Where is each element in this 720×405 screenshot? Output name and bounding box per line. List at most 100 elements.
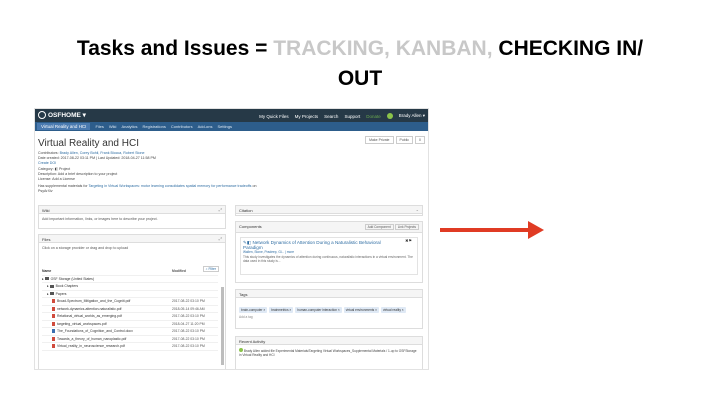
file-tree-row[interactable]: network-dynamics-attention-naturalistic.… — [42, 306, 218, 313]
component-card[interactable]: ✎◧ Network Dynamics of Attention During … — [240, 237, 418, 275]
subnav-wiki[interactable]: Wiki — [109, 124, 117, 129]
col-modified[interactable]: Modified — [172, 269, 218, 273]
file-tree-row[interactable]: Broad-Spectrum_Mitigation_and_the_Cognit… — [42, 298, 218, 306]
file-name: network-dynamics-attention-naturalistic.… — [42, 307, 172, 311]
component-options-icon[interactable]: ✖⚑ — [405, 238, 412, 243]
file-tree-row[interactable]: ▸ Book Chapters — [42, 283, 218, 291]
file-name-text: Virtual_reality_in_neuroscience_research… — [57, 344, 125, 349]
components-title: Components — [239, 224, 262, 229]
fork-count-button[interactable]: 0 — [415, 136, 425, 144]
tag-chip[interactable]: virtual environments × — [343, 307, 380, 313]
citation-header: Citation ⌄ — [236, 206, 422, 214]
file-modified: 2017-08-22 03:10 PM — [172, 329, 205, 334]
file-name-text: OSF Storage (United States) — [50, 276, 94, 281]
nav-search[interactable]: Search — [324, 114, 338, 119]
file-modified: 2017-08-22 03:10 PM — [172, 299, 205, 304]
files-scrollbar[interactable] — [221, 287, 224, 365]
add-tag-input[interactable]: Add a tag — [236, 315, 422, 319]
nav-user-menu[interactable]: Brady Allen ▾ — [399, 113, 425, 119]
file-modified: 2017-08-22 03:10 PM — [172, 336, 205, 341]
subnav-registrations[interactable]: Registrations — [142, 124, 165, 129]
nav-support[interactable]: Support — [344, 114, 360, 119]
activity-title: Recent Activity — [239, 339, 266, 344]
activity-entry: Brady Allen added file Experimental Mate… — [236, 345, 422, 360]
subnav-addons[interactable]: Add-ons — [198, 124, 213, 129]
tag-chip[interactable]: human-computer interaction × — [295, 307, 342, 313]
osf-logo-icon — [38, 111, 46, 119]
project-meta: Contributors: Brady Allen, Corey Bohil, … — [38, 151, 258, 195]
activity-panel: Recent Activity Brady Allen added file E… — [235, 336, 423, 369]
tag-chip[interactable]: brain-computer × — [239, 307, 268, 313]
folder-icon — [49, 292, 54, 296]
file-name-text: network-dynamics-attention-naturalistic.… — [57, 306, 122, 311]
file-icon — [52, 321, 55, 326]
tag-chip[interactable]: brainmetrics × — [269, 307, 294, 313]
file-tree-row[interactable]: targeting_virtual_workspaces.pdf 2018-04-… — [42, 321, 218, 328]
file-icon — [52, 314, 55, 319]
col-name[interactable]: Name — [42, 269, 172, 273]
subnav-project[interactable]: Virtual Reality and HCI — [37, 123, 91, 130]
nav-donate[interactable]: Donate — [366, 114, 381, 119]
make-private-button[interactable]: Make Private — [365, 136, 394, 144]
files-expand-icon[interactable]: ⤢ — [219, 236, 222, 241]
supplemental-line: Has supplemental materials for Targeting… — [38, 184, 258, 194]
subnav-contributors[interactable]: Contributors — [171, 124, 193, 129]
wiki-header: Wiki ⤢ — [39, 206, 225, 214]
add-component-button[interactable]: Add Component — [364, 224, 394, 230]
file-icon — [52, 344, 55, 349]
citation-panel[interactable]: Citation ⌄ — [235, 205, 423, 216]
osf-brand[interactable]: OSFHOME ▾ — [38, 111, 86, 119]
file-name: Relational_virtual_worlds_as_emerging.pd… — [42, 314, 172, 319]
file-icon — [52, 299, 55, 304]
file-tree-row[interactable]: ▸ OSF Storage (United States) — [42, 276, 218, 283]
file-tree-row[interactable]: ▸ Papers — [42, 291, 218, 298]
components-header: Components Add Component Link Projects — [236, 222, 422, 233]
file-name-text: The_Foundations_of_Cognition_and_Control… — [57, 329, 133, 334]
tag-chip[interactable]: virtual reality × — [381, 307, 406, 313]
tags-title: Tags — [239, 292, 248, 297]
contributors-link[interactable]: Brady Allen, Corey Bohil, Frank Biocca, … — [60, 151, 145, 155]
public-button[interactable]: Public — [395, 136, 414, 144]
expand-icon[interactable]: ⤢ — [219, 207, 222, 212]
nav-my-projects[interactable]: My Projects — [295, 114, 319, 119]
slide-title: Tasks and Issues = TRACKING, KANBAN, CHE… — [0, 34, 720, 94]
file-rows: ▸ OSF Storage (United States) ▸ Book Chap… — [42, 276, 218, 351]
arrow-shaft — [440, 228, 530, 232]
wiki-panel: Wiki ⤢ Add important information, links,… — [38, 205, 226, 229]
file-icon — [52, 306, 55, 311]
component-title-text: Network Dynamics of Attention During a N… — [243, 240, 381, 251]
file-tree-row[interactable]: Virtual_reality_in_neuroscience_research… — [42, 343, 218, 351]
subnav-files[interactable]: Files — [95, 124, 103, 129]
chevron-down-icon[interactable]: ⌄ — [416, 207, 419, 212]
citation-title: Citation — [239, 208, 253, 213]
tags-panel: Tags brain-computer × brainmetrics × human… — [235, 289, 423, 329]
file-tree-row[interactable]: The_Foundations_of_Cognition_and_Control… — [42, 328, 218, 336]
components-actions: Add Component Link Projects — [364, 224, 419, 230]
file-name: targeting_virtual_workspaces.pdf — [42, 322, 172, 326]
avatar — [386, 113, 393, 119]
title-part1: Tasks and Issues = — [76, 37, 274, 60]
osf-screenshot: OSFHOME ▾ My Quick Files My Projects Sea… — [34, 108, 429, 370]
file-tree-row[interactable]: Relational_virtual_worlds_as_emerging.pd… — [42, 313, 218, 321]
activity-avatar — [239, 348, 243, 352]
file-tree-row[interactable]: Towards_a_theory_of_human_nanoplastic.pd… — [42, 336, 218, 343]
nav-quick-files[interactable]: My Quick Files — [259, 114, 289, 119]
folder-icon — [49, 284, 54, 288]
component-title[interactable]: ✎◧ Network Dynamics of Attention During … — [243, 240, 393, 250]
tags-header: Tags — [236, 290, 422, 298]
file-name-text: targeting_virtual_workspaces.pdf — [57, 321, 107, 326]
components-panel: Components Add Component Link Projects ✎… — [235, 221, 423, 283]
file-name: ▸ Book Chapters — [42, 284, 172, 288]
title-dim: TRACKING, KANBAN, — [273, 37, 493, 60]
file-name: Broad-Spectrum_Mitigation_and_the_Cognit… — [42, 299, 172, 304]
supplemental-link[interactable]: Targeting in Virtual Workspaces: motor l… — [88, 184, 251, 188]
link-projects-button[interactable]: Link Projects — [394, 224, 419, 230]
slide-title-line2: OUT — [337, 67, 383, 90]
subnav-analytics[interactable]: Analytics — [121, 124, 137, 129]
file-name: ▸ OSF Storage (United States) — [42, 277, 172, 281]
navbar-links: My Quick Files My Projects Search Suppor… — [259, 113, 425, 119]
file-name-text: Towards_a_theory_of_human_nanoplastic.pd… — [57, 336, 127, 341]
file-modified: 2018-04-27 11:20 PM — [172, 321, 205, 326]
file-modified: 2018-05-14 09:46 AM — [172, 306, 205, 311]
subnav-settings[interactable]: Settings — [218, 124, 232, 129]
